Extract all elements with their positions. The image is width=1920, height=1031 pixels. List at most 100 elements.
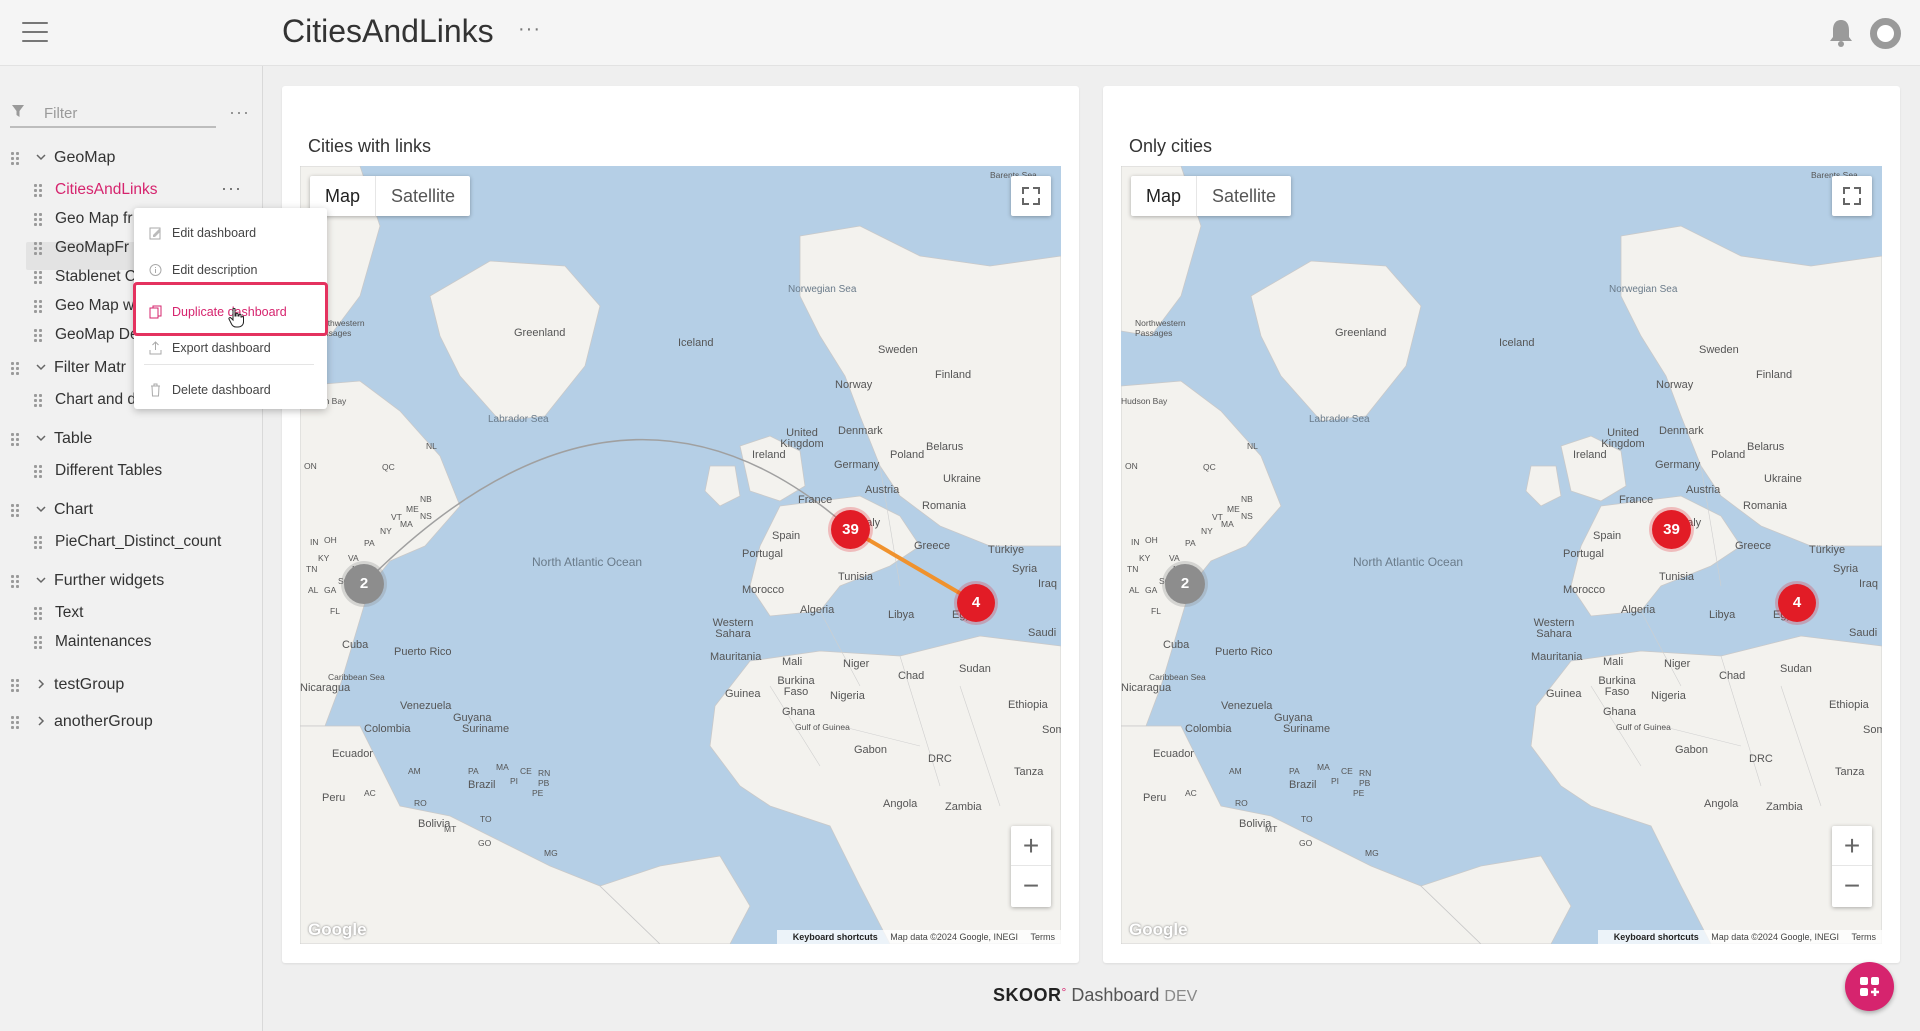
drag-handle-icon[interactable] xyxy=(34,329,42,343)
sidebar-item-citiesandlinks[interactable]: CitiesAndLinks ··· xyxy=(0,178,262,204)
drag-handle-icon[interactable] xyxy=(34,184,42,198)
drag-handle-icon[interactable] xyxy=(34,636,42,650)
product-name: Dashboard xyxy=(1071,985,1160,1005)
keyboard-shortcuts-link[interactable]: Keyboard shortcuts xyxy=(1614,932,1699,942)
map-label: Poland xyxy=(890,449,925,461)
map-label: RO xyxy=(1235,798,1248,808)
cluster-marker[interactable]: 4 xyxy=(1778,584,1816,622)
map-label: Venezuela xyxy=(400,700,452,712)
drag-handle-icon[interactable] xyxy=(34,465,42,479)
group-table[interactable]: Table xyxy=(0,427,262,453)
menu-icon[interactable] xyxy=(22,22,48,42)
cluster-marker[interactable]: 4 xyxy=(957,584,995,622)
drag-handle-icon[interactable] xyxy=(11,504,19,518)
chevron-right-icon[interactable] xyxy=(35,678,47,690)
map-type-satellite-button[interactable]: Satellite xyxy=(1196,176,1291,216)
drag-handle-icon[interactable] xyxy=(34,607,42,621)
map-label: RN xyxy=(1359,768,1372,778)
drag-handle-icon[interactable] xyxy=(11,433,19,447)
map-type-map-button[interactable]: Map xyxy=(1131,176,1196,216)
sidebar-item[interactable]: Maintenances xyxy=(0,630,262,656)
map-label: IN xyxy=(310,537,319,547)
map-label: CE xyxy=(520,766,532,776)
cluster-marker[interactable]: 2 xyxy=(1165,564,1205,604)
drag-handle-icon[interactable] xyxy=(34,536,42,550)
group-anothergroup[interactable]: anotherGroup xyxy=(0,710,262,736)
sidebar-item[interactable]: Different Tables xyxy=(0,459,262,485)
map-label: Ireland xyxy=(752,449,786,461)
map-label: Greece xyxy=(1735,540,1772,552)
zoom-out-button[interactable]: − xyxy=(1011,866,1051,906)
cluster-marker[interactable]: 2 xyxy=(344,564,384,604)
map-label: Ireland xyxy=(1573,449,1607,461)
group-testgroup[interactable]: testGroup xyxy=(0,673,262,699)
filter-input[interactable] xyxy=(44,103,209,123)
footer-brand: SKOOR° Dashboard DEV xyxy=(993,985,1197,1006)
fullscreen-icon[interactable] xyxy=(1011,176,1051,216)
sidebar-item[interactable]: PieChart_Distinct_count xyxy=(0,530,262,556)
drag-handle-icon[interactable] xyxy=(34,394,42,408)
drag-handle-icon[interactable] xyxy=(34,213,42,227)
map-label: Greenland xyxy=(514,327,566,339)
map-view[interactable]: Barents Sea Norwegian Sea Northwestern P… xyxy=(1121,166,1882,944)
chevron-down-icon[interactable] xyxy=(35,361,47,373)
map-label: Spain xyxy=(1593,530,1622,542)
group-further-widgets[interactable]: Further widgets xyxy=(0,569,262,595)
map-label: PB xyxy=(1359,778,1371,788)
menu-item-edit-dashboard[interactable]: Edit dashboard xyxy=(134,218,327,248)
map-type-satellite-button[interactable]: Satellite xyxy=(375,176,470,216)
cluster-marker[interactable]: 39 xyxy=(1652,510,1691,549)
map-label: Chad xyxy=(898,670,925,682)
chevron-down-icon[interactable] xyxy=(35,151,47,163)
map-label: KY xyxy=(1139,553,1151,563)
map-label: NL xyxy=(1247,441,1258,451)
cluster-marker[interactable]: 39 xyxy=(831,510,870,549)
map-label: Nicaragua xyxy=(1121,682,1172,694)
title-more-button[interactable]: ··· xyxy=(518,18,541,41)
sidebar-item[interactable]: Text xyxy=(0,601,262,627)
drag-handle-icon[interactable] xyxy=(11,152,19,166)
map-label: CE xyxy=(1341,766,1353,776)
drag-handle-icon[interactable] xyxy=(11,679,19,693)
map-label: Ecuador xyxy=(332,748,373,760)
zoom-out-button[interactable]: − xyxy=(1832,866,1872,906)
terms-link[interactable]: Terms xyxy=(1031,932,1056,942)
group-chart[interactable]: Chart xyxy=(0,498,262,524)
menu-item-export-dashboard[interactable]: Export dashboard xyxy=(134,333,327,363)
menu-item-label: Export dashboard xyxy=(172,341,271,355)
chevron-down-icon[interactable] xyxy=(35,503,47,515)
sidebar-item-label: Maintenances xyxy=(55,633,152,650)
terms-link[interactable]: Terms xyxy=(1852,932,1877,942)
map-view[interactable]: Barents Sea Norwegian Sea Northwestern P… xyxy=(300,166,1061,944)
fullscreen-icon[interactable] xyxy=(1832,176,1872,216)
sidebar-item-label: CitiesAndLinks xyxy=(55,181,158,198)
map-label: Western Sahara xyxy=(1533,617,1575,640)
sidebar-more-button[interactable]: ··· xyxy=(229,102,250,123)
map-label: France xyxy=(1619,494,1654,506)
drag-handle-icon[interactable] xyxy=(11,362,19,376)
drag-handle-icon[interactable] xyxy=(34,271,42,285)
info-icon xyxy=(149,264,162,276)
chevron-down-icon[interactable] xyxy=(35,574,47,586)
zoom-in-button[interactable]: + xyxy=(1011,826,1051,866)
menu-item-edit-description[interactable]: Edit description xyxy=(134,255,327,285)
drag-handle-icon[interactable] xyxy=(34,300,42,314)
widget-card-cities-with-links: Cities with links Barents Sea Norwegian … xyxy=(282,86,1079,963)
chevron-right-icon[interactable] xyxy=(35,715,47,727)
item-more-button[interactable]: ··· xyxy=(221,178,242,199)
drag-handle-icon[interactable] xyxy=(11,575,19,589)
add-widget-button[interactable] xyxy=(1845,962,1894,1011)
chevron-down-icon[interactable] xyxy=(35,432,47,444)
drag-handle-icon[interactable] xyxy=(11,716,19,730)
map-label: Türkiye xyxy=(1809,544,1846,556)
drag-handle-icon[interactable] xyxy=(34,242,42,256)
map-label: MA xyxy=(1317,762,1330,772)
map-label: PE xyxy=(1353,788,1365,798)
add-widget-icon xyxy=(1860,977,1879,996)
user-avatar[interactable] xyxy=(1870,18,1901,49)
bell-icon[interactable] xyxy=(1828,18,1854,48)
zoom-in-button[interactable]: + xyxy=(1832,826,1872,866)
group-geomap[interactable]: GeoMap xyxy=(0,146,262,172)
menu-item-delete-dashboard[interactable]: Delete dashboard xyxy=(134,375,327,405)
keyboard-shortcuts-link[interactable]: Keyboard shortcuts xyxy=(793,932,878,942)
